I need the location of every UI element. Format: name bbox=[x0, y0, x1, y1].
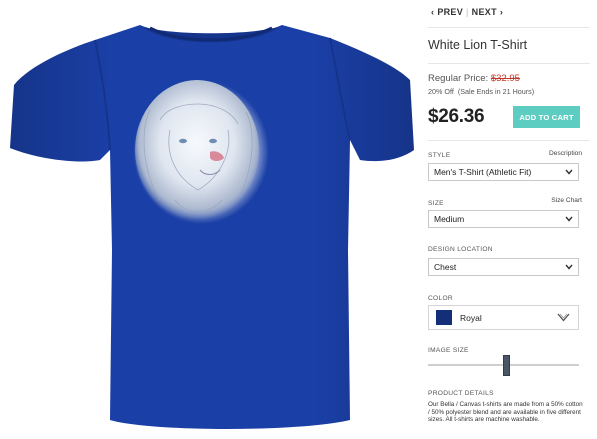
product-title: White Lion T-Shirt bbox=[428, 38, 528, 52]
description-link[interactable]: Description bbox=[549, 150, 582, 157]
tshirt-illustration bbox=[10, 25, 414, 429]
divider bbox=[428, 27, 590, 28]
chevron-down-icon bbox=[565, 169, 573, 175]
style-label: STYLE bbox=[428, 152, 451, 159]
pager-separator: | bbox=[466, 7, 469, 17]
color-swatch bbox=[436, 310, 452, 325]
lion-eye-left bbox=[179, 138, 187, 144]
lion-mane bbox=[135, 80, 259, 220]
size-select-value: Medium bbox=[434, 214, 465, 224]
sale-ends-text: (Sale Ends in 21 Hours) bbox=[457, 87, 535, 96]
chevron-down-icon bbox=[557, 313, 570, 322]
regular-price-value: $32.95 bbox=[490, 73, 520, 84]
sale-price: $26.36 bbox=[428, 106, 485, 127]
product-details-title: PRODUCT DETAILS bbox=[428, 390, 494, 397]
image-size-slider-thumb[interactable] bbox=[502, 355, 510, 376]
chevron-right-icon[interactable]: › bbox=[497, 7, 506, 17]
color-select[interactable]: Royal bbox=[428, 305, 579, 330]
design-location-select[interactable]: Chest bbox=[428, 258, 579, 276]
lion-eye-right bbox=[209, 138, 217, 144]
product-details-text: Our Bella / Canvas t-shirts are made fro… bbox=[428, 401, 583, 424]
product-image[interactable] bbox=[0, 0, 415, 439]
size-select[interactable]: Medium bbox=[428, 210, 579, 228]
divider bbox=[428, 63, 590, 64]
prev-link[interactable]: PREV bbox=[437, 7, 463, 17]
chevron-left-icon[interactable]: ‹ bbox=[428, 7, 437, 17]
color-label: COLOR bbox=[428, 295, 453, 302]
chevron-down-icon bbox=[565, 264, 573, 270]
regular-price: Regular Price: $32.95 bbox=[428, 73, 520, 84]
image-size-label: IMAGE SIZE bbox=[428, 347, 469, 354]
chevron-down-icon bbox=[565, 216, 573, 222]
color-select-value: Royal bbox=[460, 313, 482, 323]
product-options-panel: ‹ PREV | NEXT › White Lion T-Shirt Regul… bbox=[418, 0, 590, 439]
size-chart-link[interactable]: Size Chart bbox=[551, 197, 582, 204]
design-location-select-value: Chest bbox=[434, 262, 457, 272]
discount-text: 20% Off bbox=[428, 87, 454, 96]
sale-note: 20% Off (Sale Ends in 21 Hours) bbox=[428, 87, 534, 96]
size-label: SIZE bbox=[428, 200, 444, 207]
next-link[interactable]: NEXT bbox=[472, 7, 497, 17]
divider bbox=[428, 140, 590, 141]
regular-price-label: Regular Price: bbox=[428, 73, 489, 84]
style-select[interactable]: Men's T-Shirt (Athletic Fit) bbox=[428, 163, 579, 181]
pager: ‹ PREV | NEXT › bbox=[428, 6, 506, 18]
add-to-cart-button[interactable]: ADD TO CART bbox=[513, 106, 580, 128]
style-select-value: Men's T-Shirt (Athletic Fit) bbox=[434, 167, 532, 177]
design-location-label: DESIGN LOCATION bbox=[428, 246, 493, 253]
